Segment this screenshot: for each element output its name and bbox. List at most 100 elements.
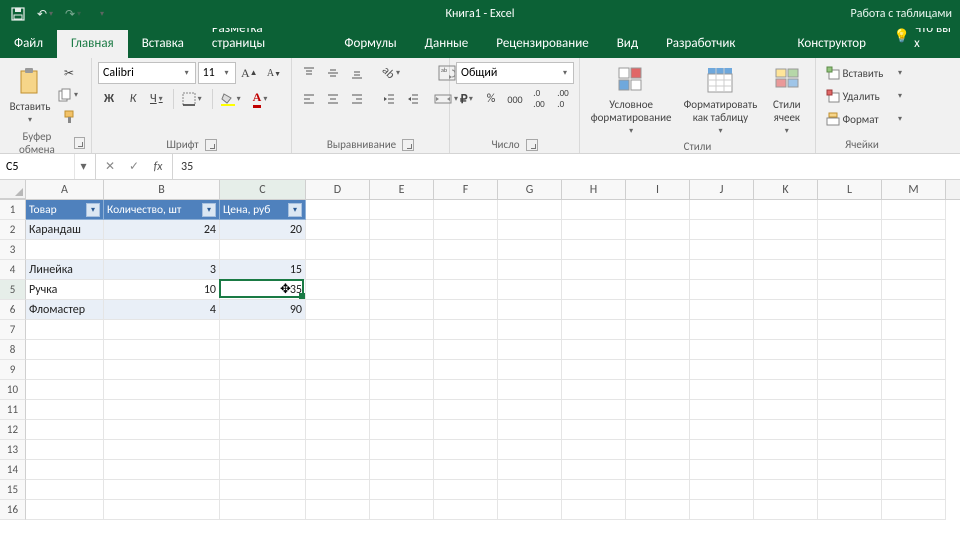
align-right-button[interactable]: [346, 88, 368, 110]
cell[interactable]: [26, 380, 104, 400]
cell[interactable]: [434, 220, 498, 240]
decrease-indent-button[interactable]: [378, 88, 400, 110]
format-as-table-button[interactable]: Форматировать как таблицу▾: [676, 62, 764, 138]
tab-formulas[interactable]: Формулы: [330, 30, 410, 58]
cell[interactable]: [690, 400, 754, 420]
row-header-10[interactable]: 10: [0, 380, 26, 400]
accounting-format-button[interactable]: ₽▾: [456, 88, 478, 110]
cell[interactable]: [306, 280, 370, 300]
cell[interactable]: [818, 320, 882, 340]
cell[interactable]: [562, 460, 626, 480]
cell[interactable]: [818, 360, 882, 380]
tab-view[interactable]: Вид: [603, 30, 652, 58]
cell[interactable]: [690, 420, 754, 440]
cell[interactable]: [690, 480, 754, 500]
cell[interactable]: [882, 300, 946, 320]
cell[interactable]: [818, 440, 882, 460]
cell[interactable]: [562, 480, 626, 500]
formula-input[interactable]: 35: [173, 154, 960, 179]
dialog-launcher-icon[interactable]: [402, 139, 414, 151]
col-header-M[interactable]: M: [882, 180, 946, 199]
cell[interactable]: [306, 380, 370, 400]
cell[interactable]: [882, 440, 946, 460]
cell[interactable]: [104, 320, 220, 340]
align-bottom-button[interactable]: [346, 62, 368, 84]
cell[interactable]: [498, 500, 562, 520]
cell[interactable]: [306, 220, 370, 240]
cell[interactable]: [818, 340, 882, 360]
enter-icon[interactable]: ✓: [124, 159, 144, 174]
cell[interactable]: [754, 320, 818, 340]
cell[interactable]: [306, 460, 370, 480]
cell[interactable]: [754, 500, 818, 520]
table-header-cell[interactable]: Товар▾: [26, 200, 104, 220]
cell[interactable]: [818, 300, 882, 320]
cell[interactable]: [306, 240, 370, 260]
row-header-5[interactable]: 5: [0, 280, 26, 300]
cell[interactable]: [104, 380, 220, 400]
decrease-font-button[interactable]: A▼: [263, 62, 285, 84]
cell[interactable]: [220, 380, 306, 400]
cell[interactable]: [434, 480, 498, 500]
cell[interactable]: [498, 220, 562, 240]
cell[interactable]: [370, 300, 434, 320]
cell[interactable]: [306, 360, 370, 380]
cell[interactable]: [882, 380, 946, 400]
cell[interactable]: [626, 220, 690, 240]
cell[interactable]: [26, 320, 104, 340]
fill-color-button[interactable]: ▾: [217, 88, 247, 110]
cell[interactable]: [818, 220, 882, 240]
conditional-formatting-button[interactable]: Условное форматирование▾: [586, 62, 676, 138]
cell[interactable]: [562, 440, 626, 460]
cell[interactable]: [220, 480, 306, 500]
cell[interactable]: [306, 400, 370, 420]
cell[interactable]: [882, 420, 946, 440]
col-header-H[interactable]: H: [562, 180, 626, 199]
cell[interactable]: [626, 200, 690, 220]
cell[interactable]: [306, 420, 370, 440]
cell[interactable]: [370, 200, 434, 220]
cell[interactable]: [562, 300, 626, 320]
cell[interactable]: [626, 380, 690, 400]
col-header-L[interactable]: L: [818, 180, 882, 199]
cell[interactable]: [754, 420, 818, 440]
paste-button[interactable]: Вставить▾: [6, 62, 54, 128]
cell[interactable]: [818, 280, 882, 300]
cell[interactable]: [754, 480, 818, 500]
cell[interactable]: [818, 500, 882, 520]
cell[interactable]: [434, 420, 498, 440]
cell[interactable]: [434, 320, 498, 340]
cell[interactable]: [882, 460, 946, 480]
row-header-3[interactable]: 3: [0, 240, 26, 260]
format-painter-button[interactable]: [54, 106, 84, 128]
cell[interactable]: [104, 420, 220, 440]
table-cell[interactable]: [220, 240, 306, 260]
cell[interactable]: [220, 340, 306, 360]
cell[interactable]: [690, 320, 754, 340]
cell[interactable]: [498, 460, 562, 480]
cell[interactable]: [626, 360, 690, 380]
cell[interactable]: [690, 300, 754, 320]
cell[interactable]: [690, 500, 754, 520]
table-cell[interactable]: 20: [220, 220, 306, 240]
cell[interactable]: [754, 460, 818, 480]
cell[interactable]: [626, 400, 690, 420]
worksheet-grid[interactable]: ABCDEFGHIJKLM1Товар▾Количество, шт▾Цена,…: [0, 180, 960, 520]
cell[interactable]: [818, 380, 882, 400]
cell[interactable]: [434, 240, 498, 260]
cell[interactable]: [498, 200, 562, 220]
cell[interactable]: [690, 360, 754, 380]
cell[interactable]: [306, 300, 370, 320]
col-header-J[interactable]: J: [690, 180, 754, 199]
cell[interactable]: [562, 380, 626, 400]
filter-dropdown-icon[interactable]: ▾: [202, 203, 216, 217]
cell[interactable]: [434, 260, 498, 280]
cell[interactable]: [498, 440, 562, 460]
col-header-F[interactable]: F: [434, 180, 498, 199]
cell[interactable]: [370, 360, 434, 380]
cell[interactable]: [220, 360, 306, 380]
number-format-select[interactable]: Общий▾: [456, 62, 574, 84]
cell[interactable]: [370, 320, 434, 340]
bold-button[interactable]: Ж: [98, 88, 120, 110]
tab-file[interactable]: Файл: [0, 30, 57, 58]
